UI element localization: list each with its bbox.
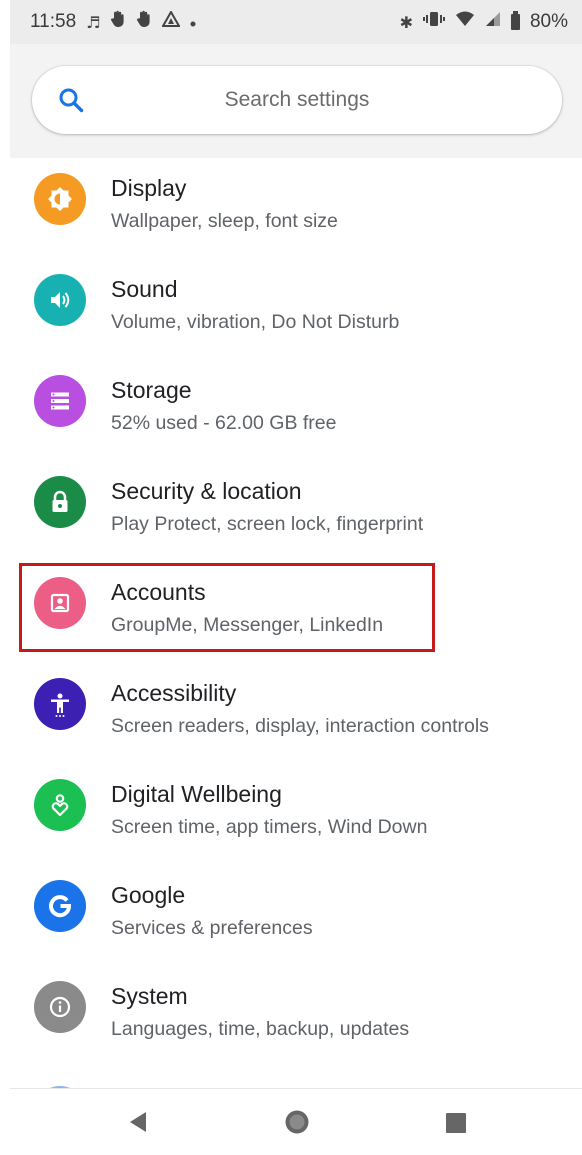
- item-subtitle: Screen time, app timers, Wind Down: [111, 816, 428, 838]
- item-subtitle: Play Protect, screen lock, fingerprint: [111, 513, 424, 535]
- lock-icon: [34, 476, 86, 528]
- settings-item-display[interactable]: Display Wallpaper, sleep, font size: [10, 158, 582, 259]
- status-bar: 11:58 ♬ ✱ 80%: [10, 0, 582, 44]
- music-note-icon: ♬: [86, 12, 101, 32]
- hand-icon: [110, 10, 126, 34]
- item-subtitle: Volume, vibration, Do Not Disturb: [111, 311, 400, 333]
- battery-icon: [510, 11, 520, 30]
- bluetooth-icon: ✱: [399, 12, 413, 32]
- vibrate-icon: [422, 11, 445, 33]
- brightness-icon: [34, 173, 86, 225]
- item-title: System: [111, 983, 188, 1009]
- settings-item-system[interactable]: System Languages, time, backup, updates: [10, 966, 582, 1067]
- back-icon[interactable]: [126, 1109, 150, 1135]
- settings-item-security-location[interactable]: Security & location Play Protect, screen…: [10, 461, 582, 562]
- navigation-bar: [10, 1088, 582, 1155]
- item-subtitle: Languages, time, backup, updates: [111, 1018, 410, 1040]
- hand-icon: [136, 10, 152, 34]
- warning-icon: [161, 9, 182, 33]
- recents-icon[interactable]: [445, 1112, 467, 1134]
- wifi-icon: [455, 11, 475, 33]
- status-time: 11:58: [30, 11, 77, 32]
- settings-screen: 11:58 ♬ ✱ 80% Search settings Display Wa…: [0, 0, 582, 1155]
- item-title: Digital Wellbeing: [111, 781, 282, 807]
- accessibility-icon: [34, 678, 86, 730]
- item-subtitle: Services & preferences: [111, 917, 313, 939]
- item-subtitle: Screen readers, display, interaction con…: [111, 715, 489, 737]
- item-subtitle: 52% used - 62.00 GB free: [111, 412, 337, 434]
- settings-item-storage[interactable]: Storage 52% used - 62.00 GB free: [10, 360, 582, 461]
- item-title: Google: [111, 882, 186, 908]
- wellbeing-icon: [34, 779, 86, 831]
- search-bar[interactable]: Search settings: [32, 66, 562, 134]
- settings-item-digital-wellbeing[interactable]: Digital Wellbeing Screen time, app timer…: [10, 764, 582, 865]
- storage-icon: [34, 375, 86, 427]
- item-subtitle: Wallpaper, sleep, font size: [111, 210, 338, 232]
- status-left: 11:58 ♬: [30, 9, 196, 34]
- item-title: Storage: [111, 377, 192, 403]
- dot-icon: [190, 11, 196, 33]
- settings-item-google[interactable]: Google Services & preferences: [10, 865, 582, 966]
- signal-icon: [485, 11, 501, 33]
- search-header: Search settings: [10, 44, 582, 158]
- item-title: Accessibility: [111, 680, 237, 706]
- settings-item-accessibility[interactable]: Accessibility Screen readers, display, i…: [10, 663, 582, 764]
- item-title: Display: [111, 175, 187, 201]
- settings-item-sound[interactable]: Sound Volume, vibration, Do Not Disturb: [10, 259, 582, 360]
- item-title: Sound: [111, 276, 178, 302]
- google-icon: [34, 880, 86, 932]
- highlight-box: [19, 563, 435, 652]
- info-icon: [34, 981, 86, 1033]
- item-title: Security & location: [111, 478, 302, 504]
- status-right: ✱ 80%: [400, 11, 568, 33]
- volume-icon: [34, 274, 86, 326]
- home-icon[interactable]: [284, 1109, 310, 1135]
- battery-percent: 80%: [529, 11, 568, 32]
- search-placeholder[interactable]: Search settings: [32, 66, 562, 134]
- settings-item-about-phone-partial[interactable]: [10, 1076, 582, 1088]
